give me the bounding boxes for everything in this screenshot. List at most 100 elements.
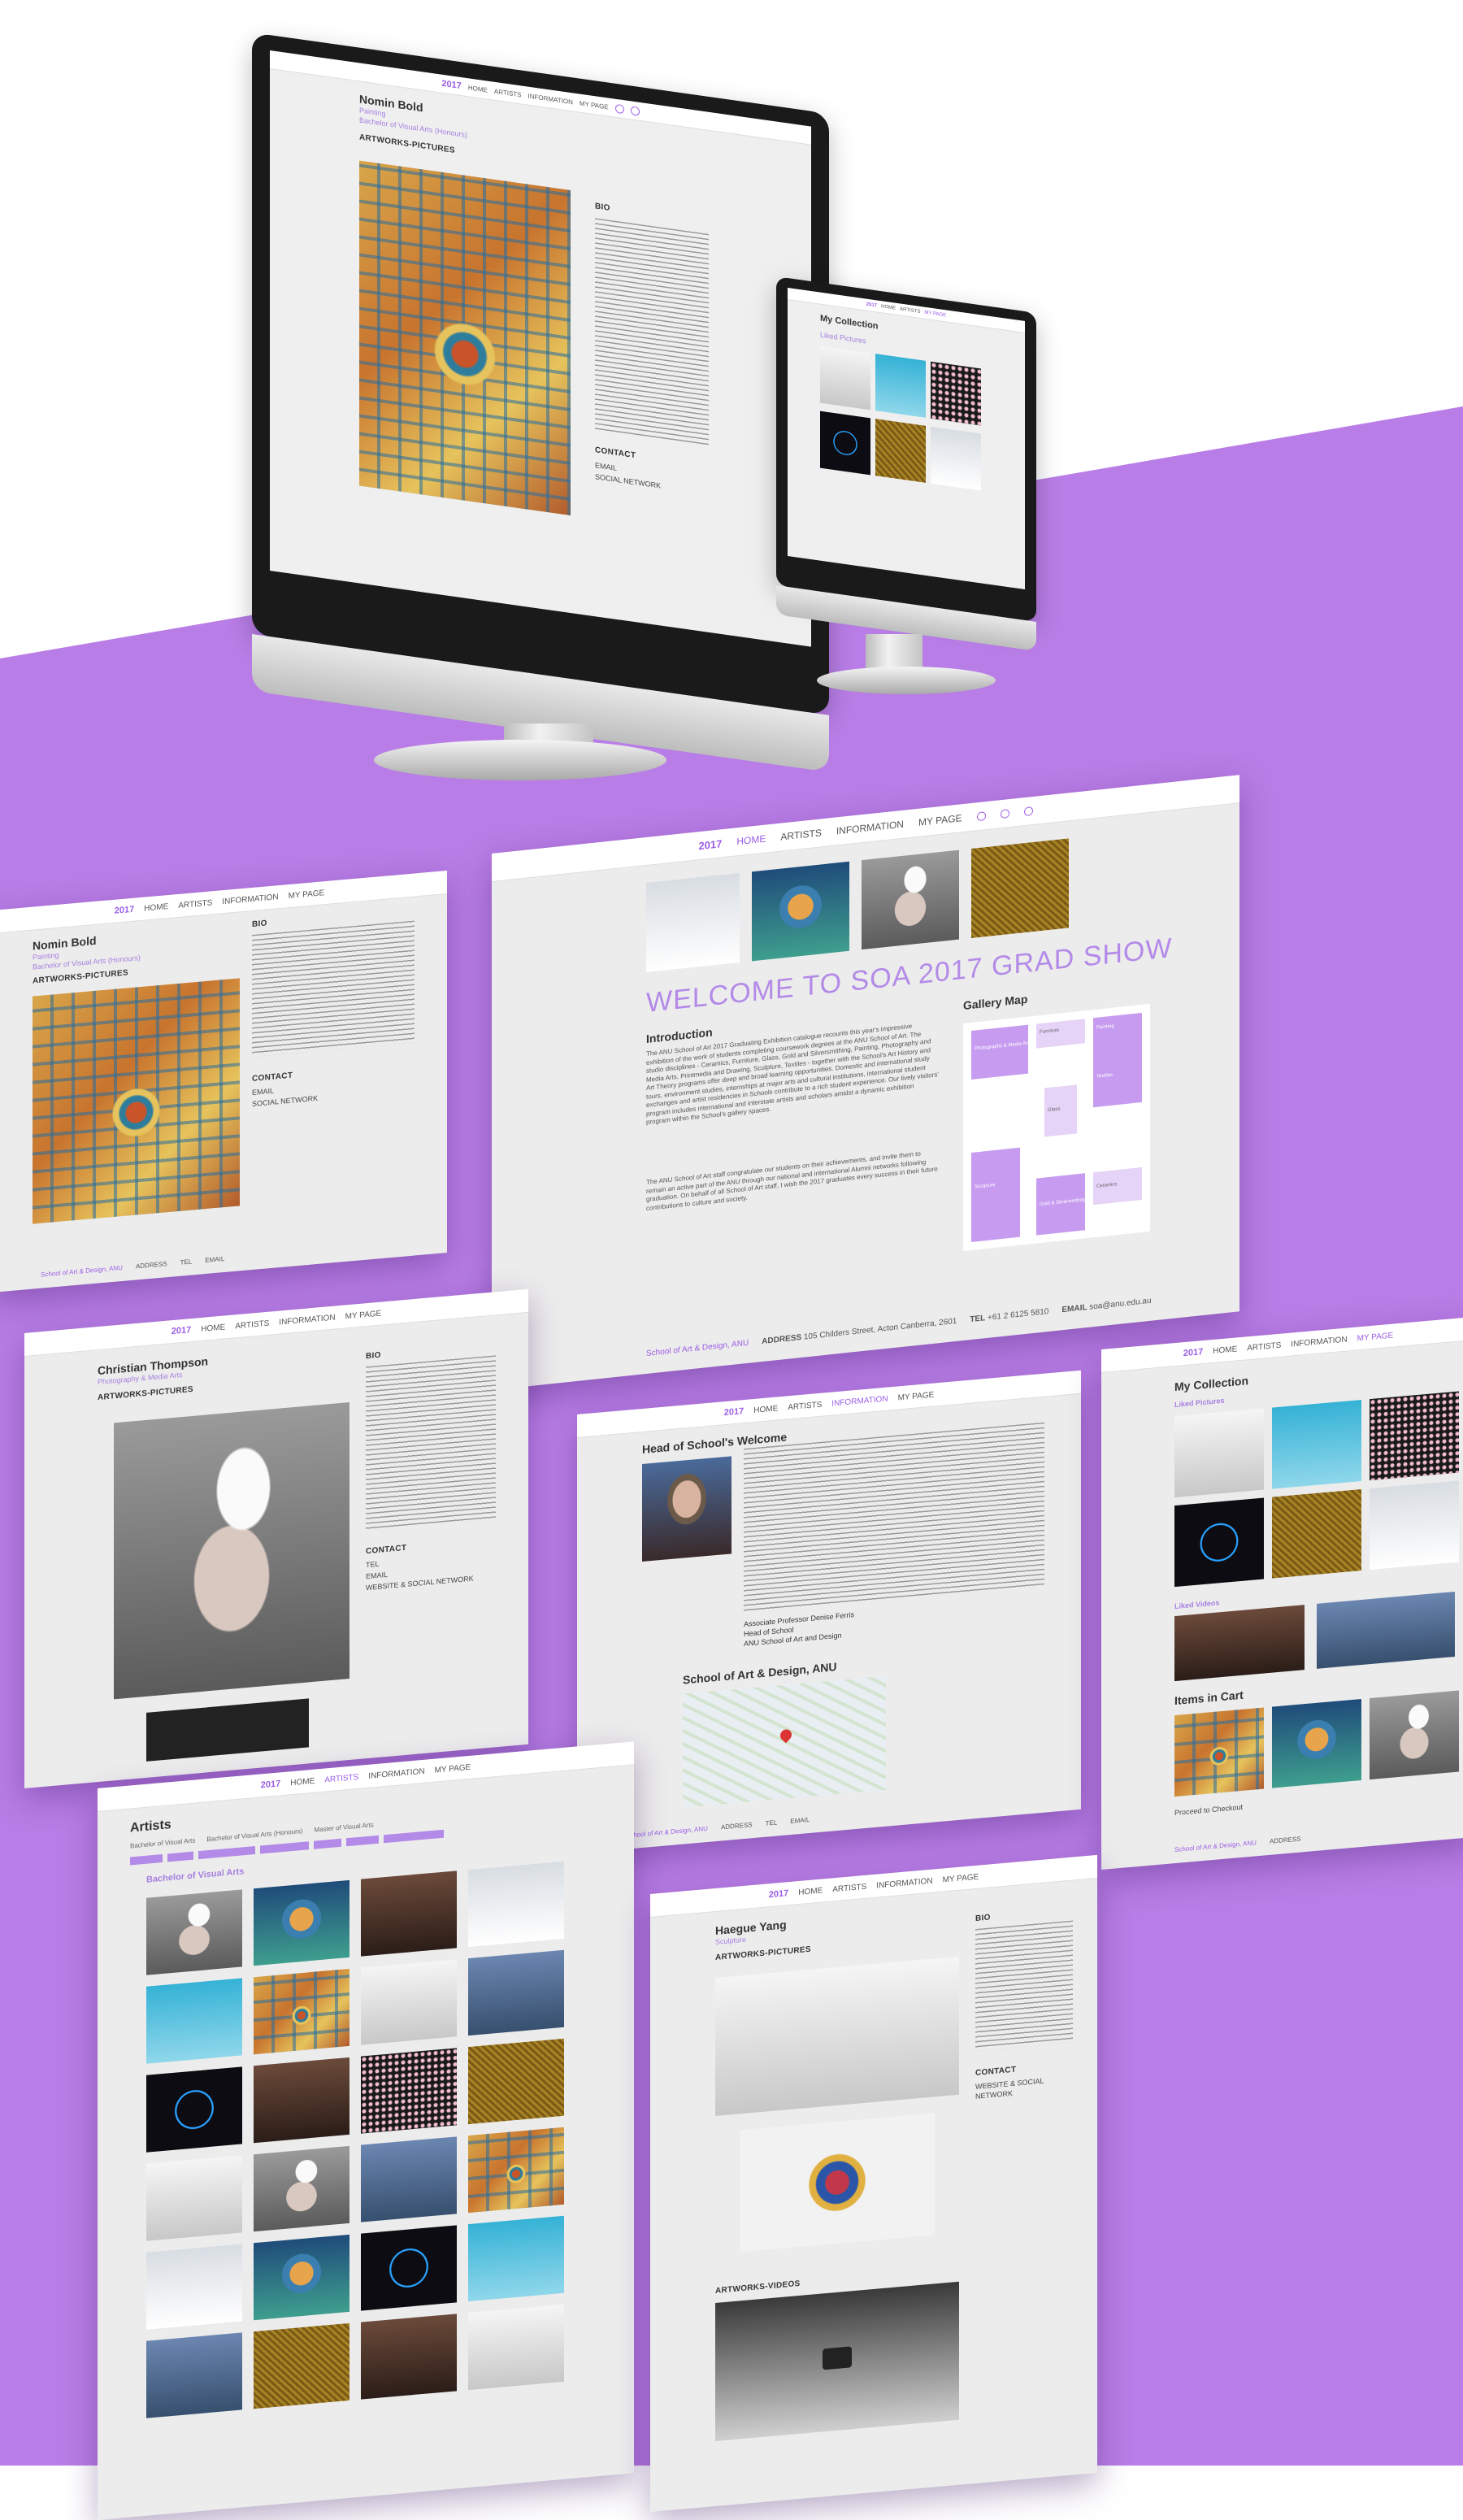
- discipline-chip[interactable]: [384, 1829, 444, 1844]
- nav-logo[interactable]: 2017: [698, 837, 722, 852]
- liked-video[interactable]: [1317, 1591, 1455, 1669]
- nav-home[interactable]: HOME: [201, 1323, 225, 1334]
- nav-my-page[interactable]: MY PAGE: [580, 99, 609, 111]
- liked-thumb[interactable]: [931, 426, 981, 491]
- artist-tile[interactable]: [146, 1889, 242, 1975]
- cart-item[interactable]: [1370, 1690, 1459, 1780]
- filter-bva-honours[interactable]: Bachelor of Visual Arts (Honours): [206, 1827, 302, 1843]
- artist-tile[interactable]: [146, 2066, 242, 2153]
- hero-thumb[interactable]: [862, 849, 959, 950]
- nav-logo[interactable]: 2017: [441, 79, 461, 91]
- nav-home-small[interactable]: HOME: [881, 304, 896, 311]
- artist-tile[interactable]: [468, 2038, 564, 2125]
- facebook-icon[interactable]: [614, 103, 624, 114]
- artist-tile[interactable]: [361, 1959, 457, 2045]
- filter-bva[interactable]: Bachelor of Visual Arts: [130, 1836, 195, 1849]
- artwork-mandala-image[interactable]: [359, 160, 571, 516]
- nav-artists[interactable]: ARTISTS: [832, 1882, 866, 1894]
- nav-my-page[interactable]: MY PAGE: [435, 1762, 471, 1775]
- nav-logo[interactable]: 2017: [1183, 1347, 1203, 1358]
- nav-my-page[interactable]: MY PAGE: [1357, 1331, 1394, 1343]
- nav-information[interactable]: INFORMATION: [528, 92, 573, 106]
- nav-information[interactable]: INFORMATION: [876, 1876, 932, 1890]
- artist-tile[interactable]: [361, 2314, 457, 2400]
- artwork-video-player[interactable]: [715, 2281, 959, 2442]
- nav-artists[interactable]: ARTISTS: [324, 1772, 358, 1784]
- artist-tile[interactable]: [468, 2304, 564, 2391]
- nav-my-page[interactable]: MY PAGE: [918, 812, 962, 828]
- nav-my-page[interactable]: MY PAGE: [898, 1390, 935, 1402]
- nav-information[interactable]: INFORMATION: [1291, 1335, 1347, 1349]
- artist-tile[interactable]: [361, 2136, 457, 2222]
- artist-tile[interactable]: [468, 2127, 564, 2214]
- cart-item[interactable]: [1272, 1699, 1361, 1788]
- liked-thumb[interactable]: [1272, 1489, 1361, 1579]
- artist-tile[interactable]: [468, 2215, 564, 2302]
- discipline-chip[interactable]: [314, 1838, 341, 1849]
- nav-logo[interactable]: 2017: [171, 1325, 191, 1336]
- nav-information[interactable]: INFORMATION: [279, 1313, 335, 1327]
- nav-artists[interactable]: ARTISTS: [178, 898, 212, 910]
- artwork-second-image[interactable]: [146, 1698, 309, 1762]
- liked-thumb[interactable]: [820, 411, 870, 476]
- nav-my-page-small[interactable]: MY PAGE: [924, 311, 946, 319]
- hero-thumb[interactable]: [752, 861, 849, 962]
- artist-tile[interactable]: [468, 1861, 564, 1948]
- liked-thumb[interactable]: [820, 345, 870, 411]
- cart-item[interactable]: [1174, 1707, 1264, 1797]
- footer-school[interactable]: School of Art & Design, ANU: [626, 1824, 708, 1839]
- artist-tile[interactable]: [361, 2048, 457, 2134]
- artist-tile[interactable]: [254, 1968, 349, 2055]
- liked-video[interactable]: [1174, 1605, 1305, 1682]
- discipline-chip[interactable]: [198, 1846, 255, 1860]
- liked-thumb[interactable]: [1272, 1400, 1361, 1489]
- liked-thumb[interactable]: [1370, 1480, 1459, 1571]
- artwork-portrait-image[interactable]: [114, 1402, 349, 1700]
- artist-tile[interactable]: [361, 2225, 457, 2311]
- discipline-chip[interactable]: [260, 1841, 309, 1854]
- liked-thumb[interactable]: [1370, 1391, 1459, 1481]
- nav-home[interactable]: HOME: [1213, 1345, 1237, 1356]
- nav-logo[interactable]: 2017: [115, 905, 134, 916]
- nav-logo[interactable]: 2017: [724, 1406, 744, 1418]
- hero-thumb[interactable]: [646, 872, 740, 973]
- nav-home[interactable]: HOME: [290, 1776, 315, 1788]
- discipline-chip[interactable]: [130, 1854, 163, 1866]
- nav-home[interactable]: HOME: [736, 833, 766, 848]
- discipline-chip[interactable]: [346, 1835, 379, 1847]
- nav-home[interactable]: HOME: [144, 902, 168, 913]
- nav-artists-small[interactable]: ARTISTS: [900, 306, 920, 315]
- artwork-sculpture-image[interactable]: [740, 2113, 935, 2253]
- artist-tile[interactable]: [254, 2234, 349, 2321]
- artist-tile[interactable]: [254, 1879, 349, 1966]
- liked-thumb[interactable]: [931, 361, 981, 426]
- nav-information[interactable]: INFORMATION: [831, 1394, 888, 1408]
- twitter-icon[interactable]: [1023, 806, 1033, 816]
- hero-thumb[interactable]: [971, 838, 1069, 938]
- nav-my-page[interactable]: MY PAGE: [943, 1872, 979, 1884]
- artist-tile[interactable]: [254, 2145, 349, 2232]
- nav-artists[interactable]: ARTISTS: [1247, 1340, 1281, 1353]
- liked-thumb[interactable]: [875, 354, 926, 418]
- location-icon[interactable]: [976, 810, 986, 821]
- footer-school[interactable]: School of Art & Design, ANU: [1174, 1839, 1257, 1853]
- artist-tile[interactable]: [146, 2244, 242, 2330]
- instagram-icon[interactable]: [1000, 808, 1009, 819]
- nav-home[interactable]: HOME: [468, 84, 488, 93]
- nav-home[interactable]: HOME: [798, 1886, 823, 1897]
- artwork-mandala-image[interactable]: [33, 978, 240, 1224]
- nav-logo[interactable]: 2017: [261, 1779, 280, 1790]
- liked-thumb[interactable]: [1174, 1497, 1264, 1588]
- nav-artists[interactable]: ARTISTS: [494, 87, 522, 98]
- artist-tile[interactable]: [146, 1978, 242, 2064]
- artist-tile[interactable]: [254, 2057, 349, 2144]
- footer-school[interactable]: School of Art & Design, ANU: [41, 1263, 123, 1278]
- proceed-checkout-link[interactable]: Proceed to Checkout: [1174, 1802, 1243, 1818]
- nav-my-page[interactable]: MY PAGE: [345, 1309, 382, 1321]
- nav-my-page[interactable]: MY PAGE: [289, 889, 325, 901]
- artist-tile[interactable]: [361, 1870, 457, 1957]
- filter-mva[interactable]: Master of Visual Arts: [314, 1821, 373, 1833]
- artist-tile[interactable]: [146, 2155, 242, 2241]
- nav-information[interactable]: INFORMATION: [222, 893, 278, 906]
- nav-artists[interactable]: ARTISTS: [780, 827, 821, 842]
